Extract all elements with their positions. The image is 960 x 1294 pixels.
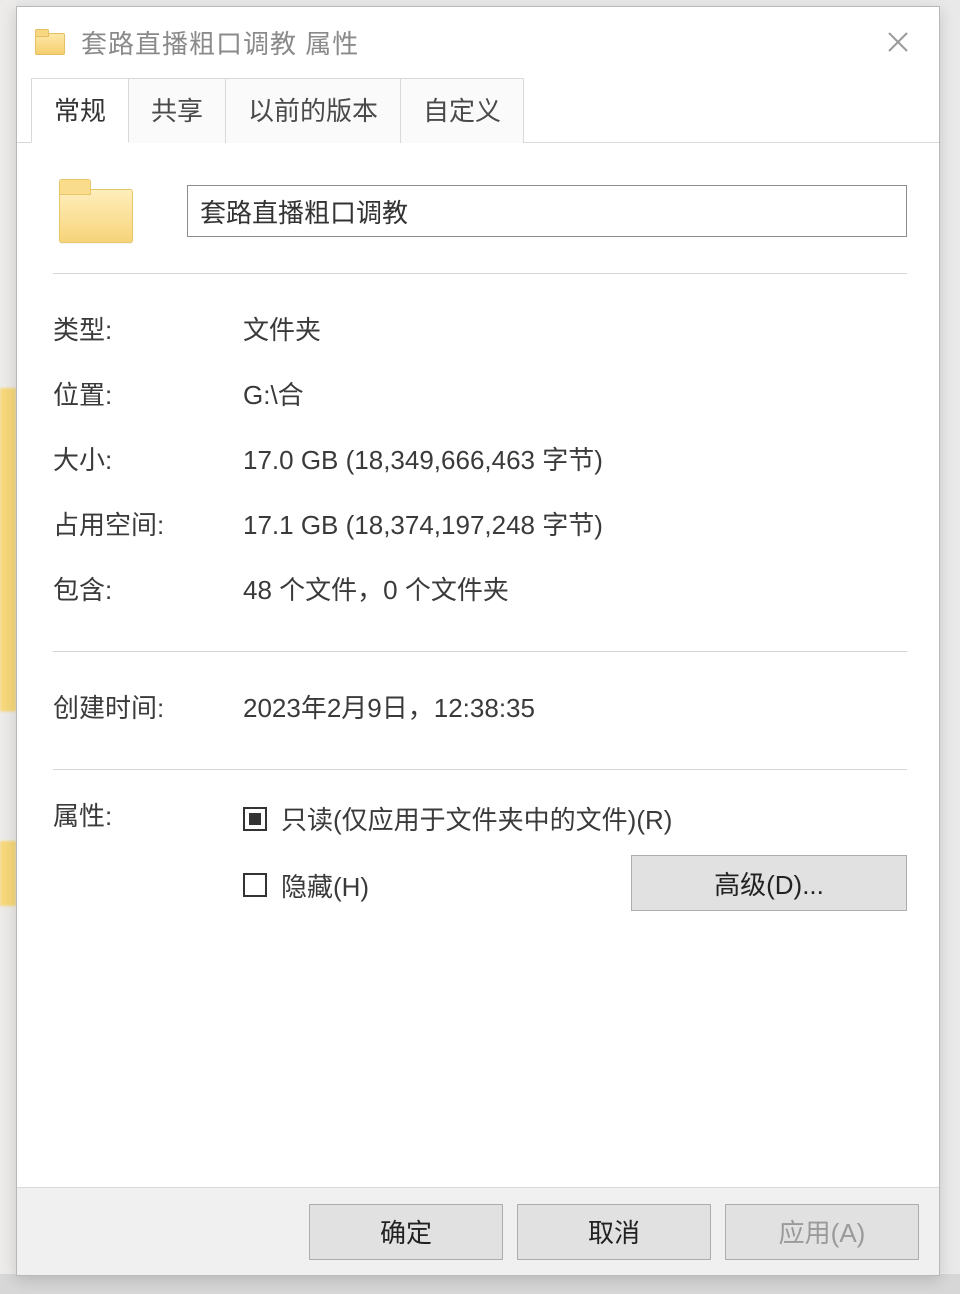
folder-name-input[interactable] (187, 185, 907, 237)
tab-sharing[interactable]: 共享 (128, 78, 226, 143)
label-contains: 包含: (53, 570, 243, 607)
info-block-2: 创建时间: 2023年2月9日，12:38:35 (53, 652, 907, 769)
background-decoration (0, 0, 16, 1294)
window-title: 套路直播粗口调教 属性 (81, 24, 875, 61)
tab-general[interactable]: 常规 (31, 78, 129, 143)
folder-icon (35, 29, 65, 55)
label-type: 类型: (53, 310, 243, 347)
advanced-button[interactable]: 高级(D)... (631, 855, 907, 911)
cancel-button[interactable]: 取消 (517, 1204, 711, 1260)
background-bottom (0, 1274, 960, 1294)
close-button[interactable] (875, 19, 921, 65)
apply-button[interactable]: 应用(A) (725, 1204, 919, 1260)
checkbox-hidden-label[interactable]: 隐藏(H) (281, 867, 369, 904)
checkbox-hidden[interactable] (243, 873, 267, 897)
label-location: 位置: (53, 375, 243, 412)
tab-content-general: 类型: 文件夹 位置: G:\合 大小: 17.0 GB (18,349,666… (17, 142, 939, 1187)
close-icon (887, 31, 909, 53)
label-size: 大小: (53, 440, 243, 477)
label-attributes: 属性: (53, 796, 243, 833)
folder-icon-large (59, 179, 133, 243)
checkbox-readonly[interactable] (243, 807, 267, 831)
label-size-on-disk: 占用空间: (53, 505, 243, 542)
value-location: G:\合 (243, 375, 907, 412)
value-created: 2023年2月9日，12:38:35 (243, 688, 907, 725)
tabstrip: 常规 共享 以前的版本 自定义 (17, 77, 939, 142)
checkbox-readonly-label[interactable]: 只读(仅应用于文件夹中的文件)(R) (281, 800, 672, 837)
tab-previous-versions[interactable]: 以前的版本 (225, 78, 401, 143)
name-row (53, 179, 907, 273)
dialog-footer: 确定 取消 应用(A) (17, 1187, 939, 1275)
label-created: 创建时间: (53, 688, 243, 725)
tab-customize[interactable]: 自定义 (400, 78, 524, 143)
info-block-1: 类型: 文件夹 位置: G:\合 大小: 17.0 GB (18,349,666… (53, 274, 907, 651)
value-size: 17.0 GB (18,349,666,463 字节) (243, 440, 907, 477)
ok-button[interactable]: 确定 (309, 1204, 503, 1260)
properties-dialog: 套路直播粗口调教 属性 常规 共享 以前的版本 自定义 类型: 文件夹 位置: (16, 6, 940, 1276)
titlebar: 套路直播粗口调教 属性 (17, 7, 939, 77)
value-type: 文件夹 (243, 310, 907, 347)
value-size-on-disk: 17.1 GB (18,374,197,248 字节) (243, 505, 907, 542)
value-contains: 48 个文件，0 个文件夹 (243, 570, 907, 607)
attributes-block: 属性: 只读(仅应用于文件夹中的文件)(R) 隐藏(H) 高级(D)... (53, 770, 907, 911)
